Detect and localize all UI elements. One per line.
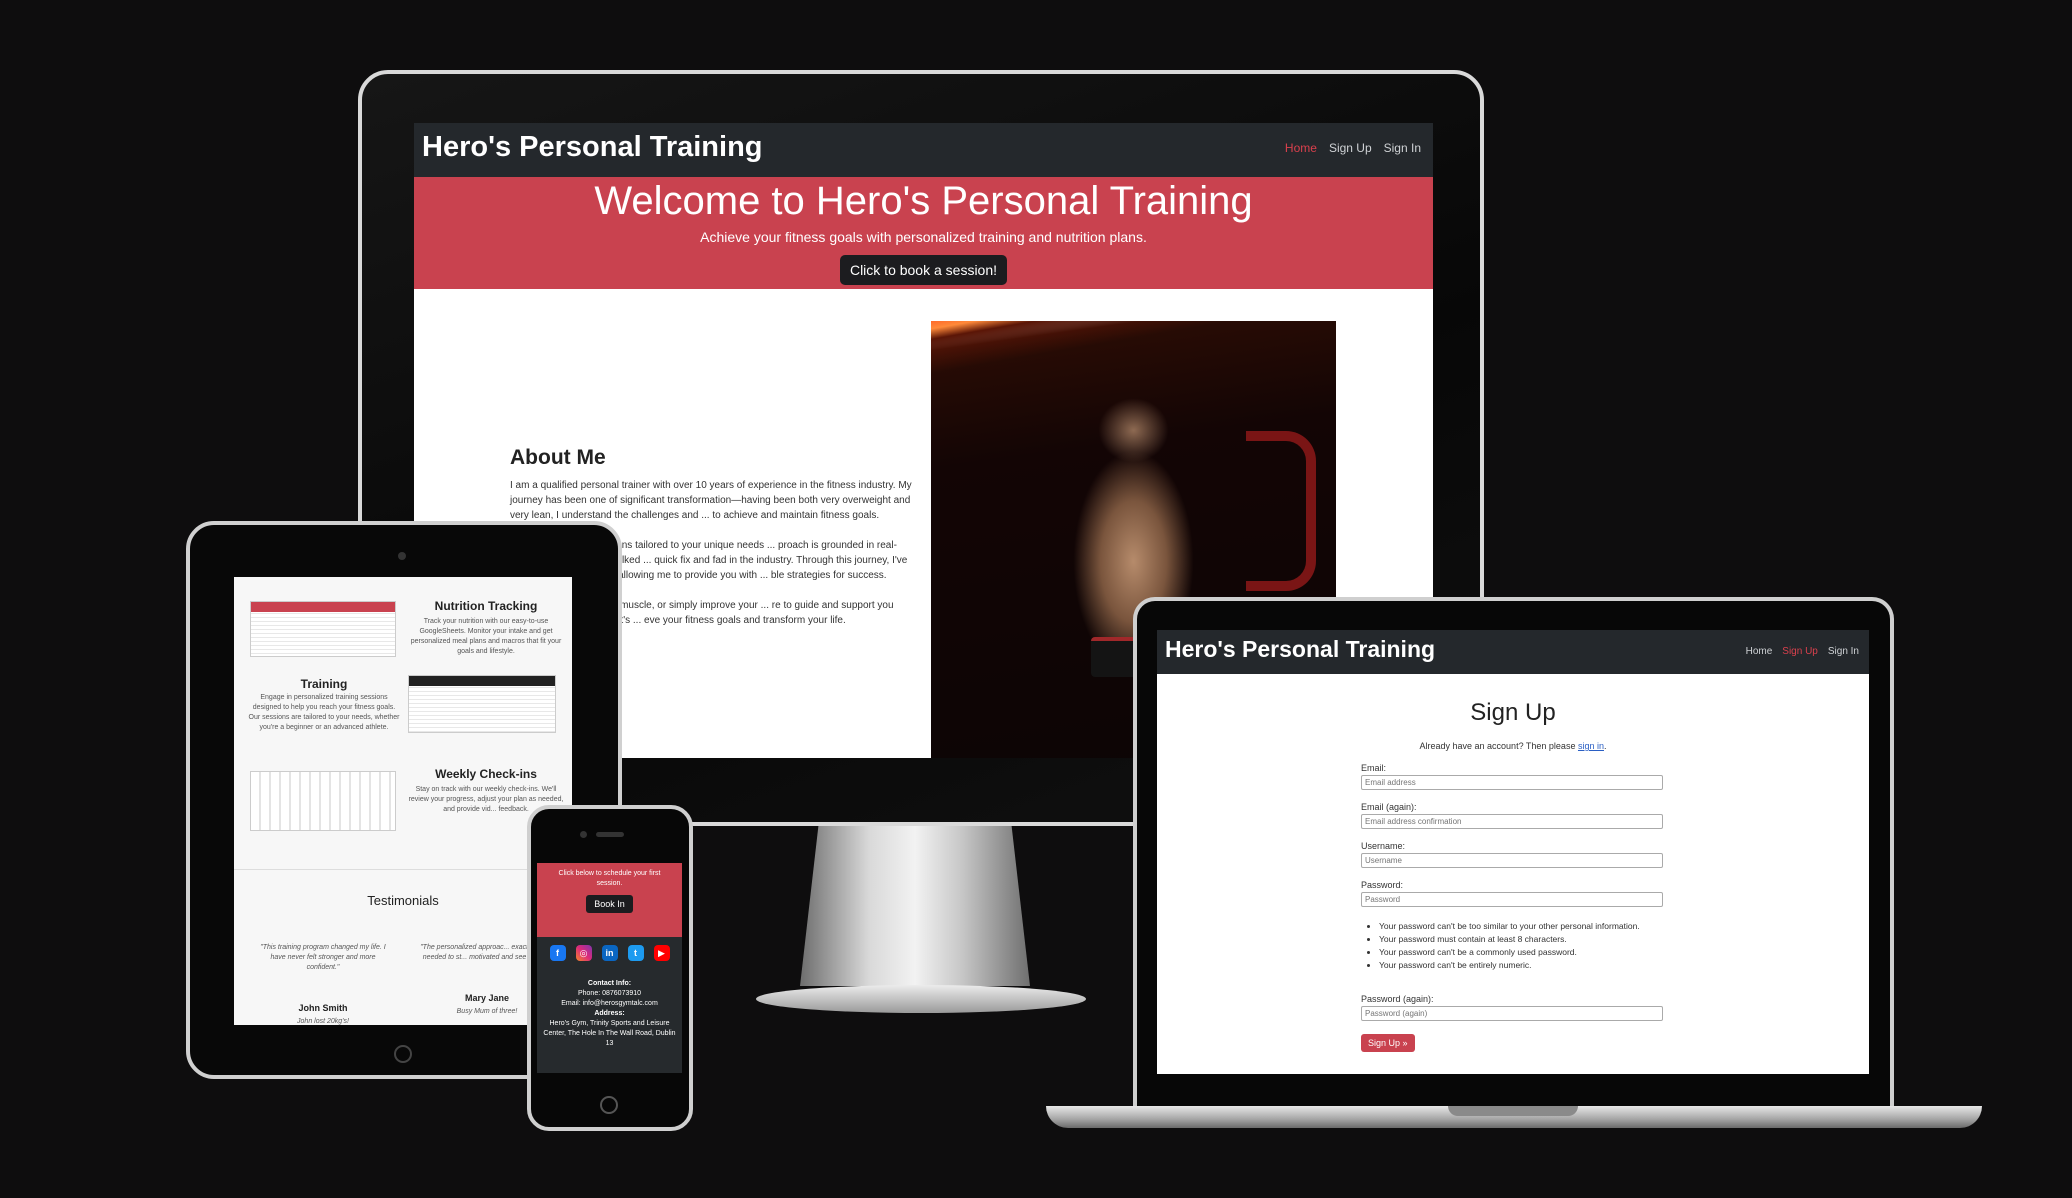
address-text: Hero's Gym, Trinity Sports and Leisure C…: [543, 1020, 676, 1047]
password-hint: Your password can't be a commonly used p…: [1379, 946, 1665, 959]
phone-home-button[interactable]: [600, 1096, 618, 1114]
signup-title: Sign Up: [1470, 699, 1556, 726]
email-again-label: Email (again):: [1361, 802, 1417, 812]
phone-screen: Click below to schedule your first sessi…: [537, 863, 682, 1073]
tablet-camera: [398, 552, 406, 560]
password-hints: Your password can't be too similar to yo…: [1375, 920, 1665, 972]
already-text: Already have an account? Then please: [1419, 741, 1576, 751]
address-label: Address:: [594, 1010, 625, 1017]
username-field[interactable]: [1361, 853, 1663, 868]
desktop-brand[interactable]: Hero's Personal Training: [422, 131, 763, 164]
nutrition-title: Nutrition Tracking: [434, 599, 538, 613]
phone-camera: [580, 831, 587, 838]
phone-speaker: [596, 832, 624, 837]
contact-phone[interactable]: Phone: 0876073910: [537, 989, 682, 999]
laptop-nav-home[interactable]: Home: [1746, 646, 1773, 657]
username-label: Username:: [1361, 841, 1406, 851]
testimonials-title: Testimonials: [367, 893, 439, 908]
sign-in-link[interactable]: sign in: [1578, 741, 1604, 751]
already-have-account: Already have an account? Then please sig…: [1419, 741, 1607, 751]
password-again-field[interactable]: [1361, 1006, 1663, 1021]
twitter-icon[interactable]: t: [627, 945, 644, 961]
led-light-strip: [931, 321, 1336, 381]
book-session-button[interactable]: Click to book a session!: [839, 255, 1008, 285]
checkins-title: Weekly Check-ins: [435, 767, 537, 781]
about-paragraph: I am a qualified personal trainer with o…: [510, 480, 912, 521]
monitor-stand: [800, 826, 1030, 986]
contact-label: Contact Info:: [587, 980, 632, 987]
youtube-icon[interactable]: ▶: [653, 945, 670, 961]
desktop-nav-home[interactable]: Home: [1285, 141, 1317, 155]
desktop-hero: Welcome to Hero's Personal Training Achi…: [414, 177, 1433, 289]
testimonial-author: John Smith: [298, 1003, 348, 1013]
desktop-navbar: Hero's Personal Training Home Sign Up Si…: [414, 123, 1433, 177]
nutrition-sheet-image: [250, 601, 396, 657]
tablet-home-button[interactable]: [394, 1045, 412, 1063]
training-sheet-image: [408, 675, 556, 733]
signup-submit-button[interactable]: Sign Up »: [1361, 1034, 1415, 1052]
hero-title: Welcome to Hero's Personal Training: [594, 179, 1253, 223]
about-title: About Me: [510, 446, 606, 469]
checkins-image: [250, 771, 396, 831]
contact-info: Contact Info: Phone: 0876073910 Email: i…: [537, 979, 682, 1049]
laptop-screen: Hero's Personal Training Home Sign Up Si…: [1157, 630, 1869, 1074]
desktop-nav-signup[interactable]: Sign Up: [1329, 141, 1372, 155]
testimonial-quote: "This training program changed my life. …: [260, 944, 386, 971]
password-hint: Your password can't be too similar to yo…: [1379, 920, 1665, 933]
email-field[interactable]: [1361, 775, 1663, 790]
password-field[interactable]: [1361, 892, 1663, 907]
password-hint: Your password can't be entirely numeric.: [1379, 959, 1665, 972]
desktop-nav-signin[interactable]: Sign In: [1384, 141, 1421, 155]
laptop-notch: [1448, 1106, 1578, 1116]
password-hint: Your password must contain at least 8 ch…: [1379, 933, 1665, 946]
tablet-screen: Nutrition Tracking Track your nutrition …: [234, 577, 572, 1025]
contact-email[interactable]: Email: info@herosgymtalc.com: [537, 999, 682, 1009]
gym-equipment: [1246, 431, 1316, 591]
laptop-nav-signin[interactable]: Sign In: [1828, 646, 1859, 657]
laptop-brand[interactable]: Hero's Personal Training: [1165, 636, 1435, 663]
email-label: Email:: [1361, 763, 1387, 773]
nutrition-text: Track your nutrition with our easy-to-us…: [410, 618, 562, 655]
linkedin-icon[interactable]: in: [601, 945, 618, 961]
training-text: Engage in personalized training sessions…: [248, 694, 400, 731]
laptop-nav-signup[interactable]: Sign Up: [1782, 646, 1818, 657]
laptop-navbar: Hero's Personal Training Home Sign Up Si…: [1157, 630, 1869, 674]
phone-cta-text: Click below to schedule your first sessi…: [558, 870, 661, 887]
email-again-field[interactable]: [1361, 814, 1663, 829]
testimonial-note: John lost 20kg's!: [297, 1018, 349, 1025]
training-title: Training: [300, 677, 348, 691]
password-label: Password:: [1361, 880, 1404, 890]
phone-cta-section: Click below to schedule your first sessi…: [537, 863, 682, 937]
book-in-button[interactable]: Book In: [586, 895, 633, 913]
password-again-label: Password (again):: [1361, 994, 1434, 1004]
monitor-stand-base: [756, 985, 1086, 1013]
hero-subtitle: Achieve your fitness goals with personal…: [700, 229, 1147, 245]
social-links: f ◎ in t ▶: [537, 945, 682, 961]
divider: [234, 869, 572, 870]
facebook-icon[interactable]: f: [549, 945, 566, 961]
instagram-icon[interactable]: ◎: [575, 945, 592, 961]
